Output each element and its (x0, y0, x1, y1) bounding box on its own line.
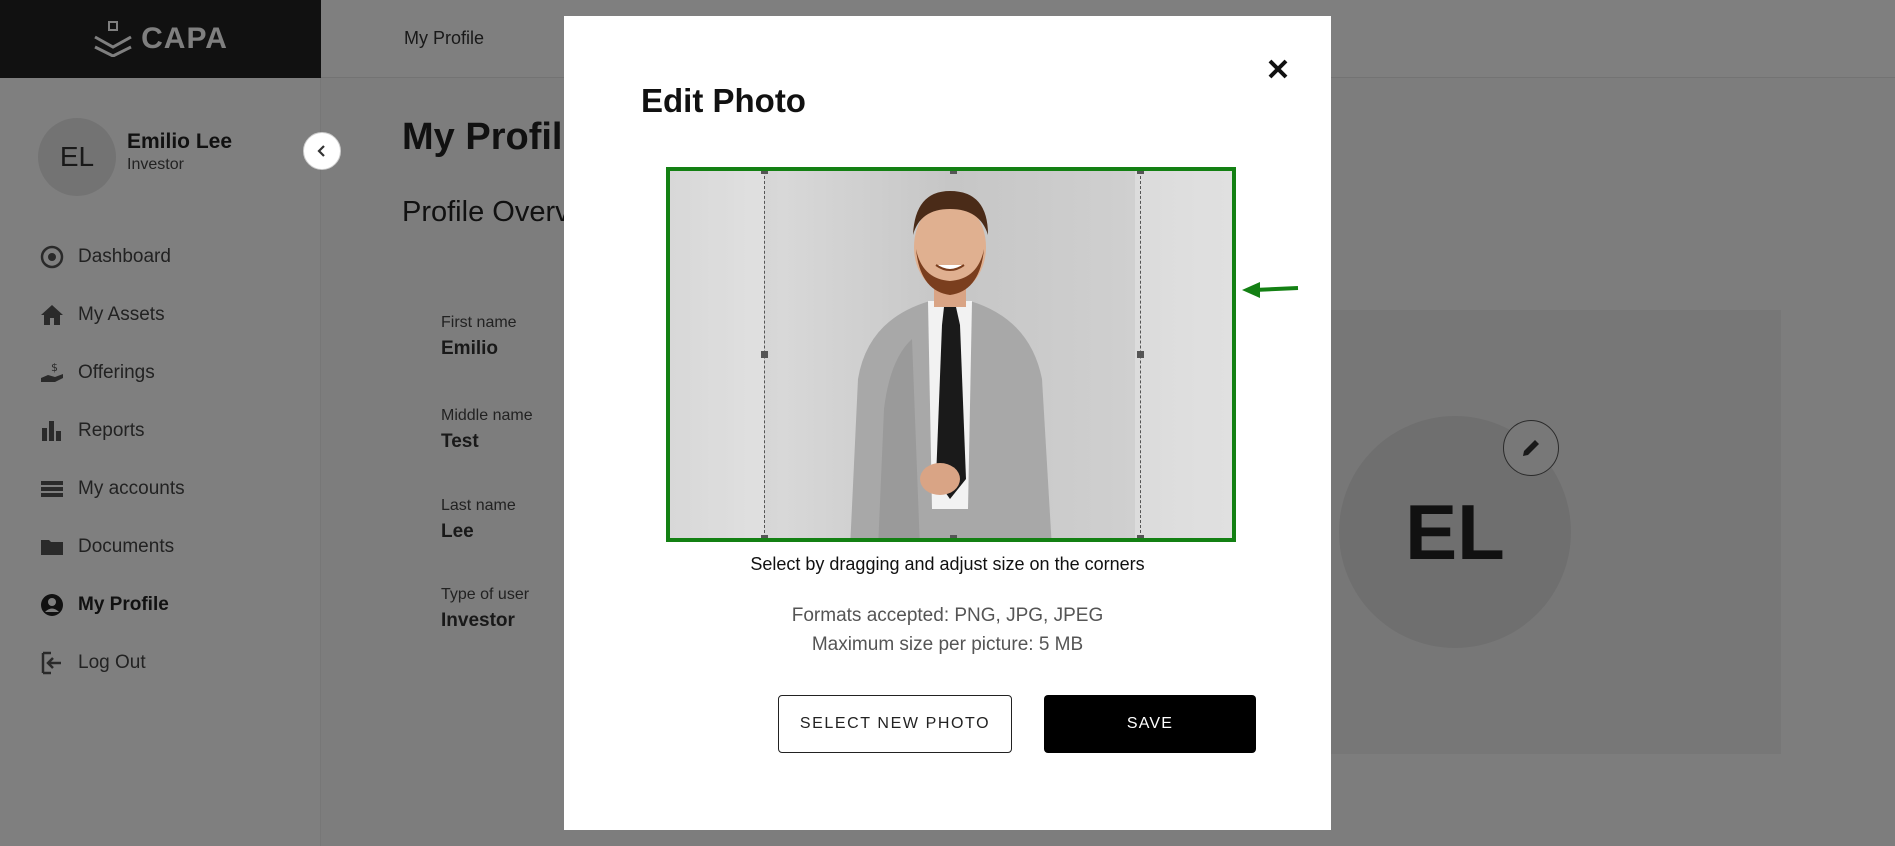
close-button[interactable] (1261, 52, 1295, 86)
collapse-sidebar-button[interactable] (303, 132, 341, 170)
select-new-photo-button[interactable]: SELECT NEW PHOTO (778, 695, 1012, 753)
crop-handle[interactable] (1137, 535, 1144, 538)
photo-cropper[interactable] (666, 167, 1236, 542)
arrow-left-icon (1242, 282, 1299, 298)
crop-handle[interactable] (761, 171, 768, 174)
crop-handle[interactable] (761, 351, 768, 358)
upload-requirements: Formats accepted: PNG, JPG, JPEG Maximum… (564, 601, 1331, 659)
max-size-text: Maximum size per picture: 5 MB (811, 634, 1084, 655)
dialog-title: Edit Photo (641, 82, 806, 119)
crop-mask-left (670, 171, 764, 538)
crop-mask-right (1135, 171, 1232, 538)
chevron-left-icon (317, 145, 325, 157)
crop-handle[interactable] (1137, 171, 1144, 174)
close-icon (1268, 59, 1288, 79)
crop-handle[interactable] (761, 535, 768, 538)
crop-handle[interactable] (1137, 351, 1144, 358)
crop-handle[interactable] (950, 171, 957, 174)
edit-photo-dialog: Edit Photo Select by dragging and adjust… (564, 16, 1331, 830)
save-button[interactable]: SAVE (1044, 695, 1256, 753)
crop-hint-text: Select by dragging and adjust size on th… (750, 554, 1145, 574)
crop-handle[interactable] (950, 535, 957, 538)
formats-text: Formats accepted: PNG, JPG, JPEG (791, 605, 1104, 626)
crop-selection[interactable] (761, 171, 1144, 538)
